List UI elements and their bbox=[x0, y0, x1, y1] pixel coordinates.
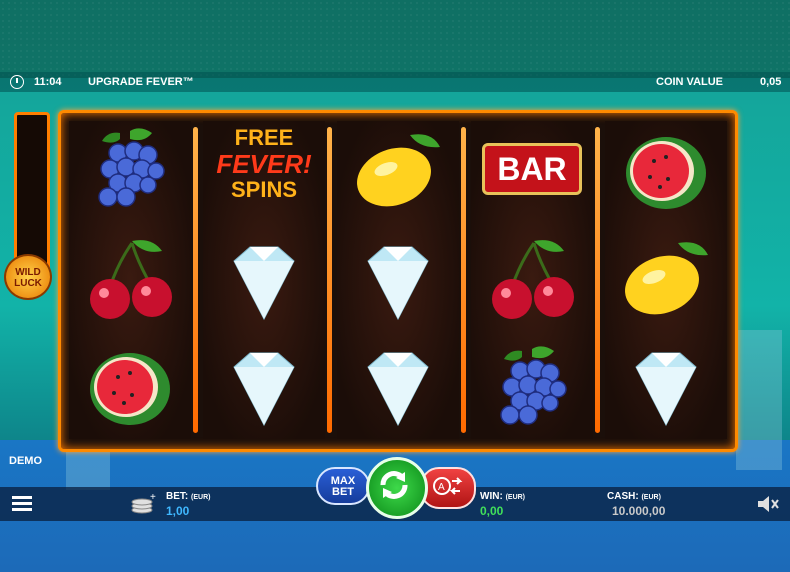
reel-2: FREE FEVER! SPINS bbox=[203, 121, 325, 439]
reel-separator bbox=[595, 127, 600, 433]
cash-value: 10.000,00 bbox=[612, 504, 666, 518]
svg-text:+: + bbox=[150, 492, 156, 503]
grapes-icon bbox=[98, 128, 165, 207]
free-fever-spins-symbol: FREE FEVER! SPINS bbox=[214, 125, 314, 215]
top-bar: 11:04 UPGRADE FEVER™ COIN VALUE 0,05 bbox=[0, 72, 790, 92]
clock-icon bbox=[10, 75, 24, 89]
cherries-icon bbox=[90, 240, 172, 319]
watermelon-icon bbox=[626, 137, 706, 209]
diamond-icon bbox=[367, 352, 429, 427]
diamond-icon bbox=[635, 352, 697, 427]
game-title: UPGRADE FEVER™ bbox=[88, 76, 194, 88]
coin-value-label: COIN VALUE bbox=[656, 76, 724, 88]
max-bet-button[interactable]: MAX BET bbox=[316, 467, 370, 505]
coin-value[interactable]: 0,05 bbox=[760, 76, 781, 88]
reel-3 bbox=[337, 121, 459, 439]
wild-luck-meter bbox=[14, 112, 50, 278]
spin-arrows-icon bbox=[380, 471, 408, 499]
reel-separator bbox=[193, 127, 198, 433]
reel-1 bbox=[69, 121, 191, 439]
fever-text: FEVER! bbox=[216, 149, 312, 179]
spins-text: SPINS bbox=[230, 177, 298, 202]
wild-luck-badge: WILD LUCK bbox=[4, 254, 52, 300]
skyline-building bbox=[66, 450, 110, 490]
reel-5 bbox=[605, 121, 727, 439]
grapes-icon bbox=[500, 346, 567, 425]
free-text: FREE bbox=[234, 125, 294, 150]
bet-currency: (EUR) bbox=[191, 494, 211, 501]
clock-time: 11:04 bbox=[34, 76, 62, 88]
menu-icon[interactable] bbox=[12, 496, 32, 512]
wild-luck-line1: WILD bbox=[15, 267, 41, 278]
lemon-icon bbox=[357, 134, 440, 207]
bar-text: BAR bbox=[497, 151, 567, 187]
cash-label-text: CASH: bbox=[607, 491, 639, 502]
bet-label-text: BET: bbox=[166, 491, 189, 502]
reels-frame: FREE FEVER! SPINS BAR bbox=[58, 110, 738, 452]
coins-stack-icon[interactable]: + bbox=[130, 492, 158, 514]
sound-icon[interactable] bbox=[756, 494, 780, 514]
demo-label: DEMO bbox=[9, 455, 42, 467]
max-bet-line2: BET bbox=[332, 486, 354, 498]
win-currency: (EUR) bbox=[505, 494, 526, 501]
diamond-icon bbox=[233, 246, 295, 321]
cash-label: CASH: (EUR) bbox=[607, 491, 661, 502]
diamond-icon bbox=[233, 352, 295, 427]
reel-separator bbox=[327, 127, 332, 433]
win-value: 0,00 bbox=[480, 504, 504, 518]
win-label-text: WIN: bbox=[480, 491, 503, 502]
win-label: WIN: (EUR) bbox=[480, 491, 525, 502]
bet-label: BET: (EUR) bbox=[166, 491, 210, 502]
skyline-building bbox=[736, 330, 782, 470]
wild-luck-line2: LUCK bbox=[14, 278, 42, 289]
reel-4: BAR bbox=[471, 121, 593, 439]
reel-separator bbox=[461, 127, 466, 433]
bar-symbol: BAR bbox=[482, 143, 582, 195]
lemon-icon bbox=[625, 242, 708, 315]
watermelon-icon bbox=[90, 353, 170, 425]
bet-value: 1,00 bbox=[166, 504, 190, 518]
spin-button[interactable] bbox=[366, 457, 428, 519]
cherries-icon bbox=[492, 240, 574, 319]
autoplay-button[interactable]: A bbox=[420, 467, 476, 509]
diamond-icon bbox=[367, 246, 429, 321]
svg-text:A: A bbox=[438, 482, 445, 493]
autoplay-icon: A bbox=[433, 477, 463, 495]
cash-currency: (EUR) bbox=[641, 494, 661, 501]
